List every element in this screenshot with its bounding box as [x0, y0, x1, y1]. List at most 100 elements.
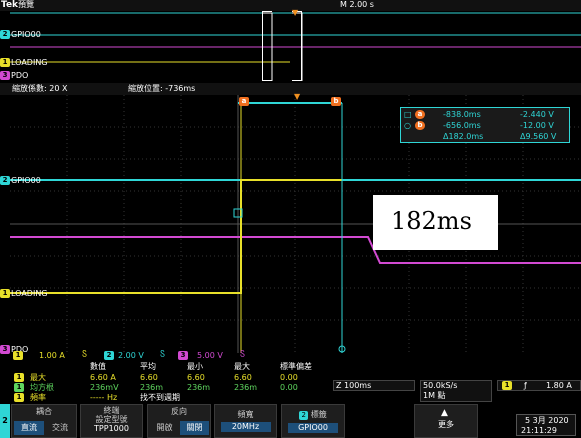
meas-row2-v1: 236m	[140, 383, 164, 392]
label-value: GPIO00	[288, 423, 338, 433]
ch2-trace-marker: 2	[0, 176, 10, 185]
ch1-marker: 1	[0, 58, 10, 67]
meas-row1-v2: 6.60	[187, 373, 205, 382]
termination-button[interactable]: 終端 設定型號 TPP1000	[80, 404, 143, 438]
sample-rate-box[interactable]: 50.0kS/s 1M 點	[420, 380, 492, 402]
ch1-scale[interactable]: 1.00 A	[39, 351, 65, 361]
coupling-label: 耦合	[36, 407, 52, 416]
meas-col-max: 最大	[234, 362, 250, 371]
overview-ch2-label: GPIO00	[11, 30, 41, 39]
ch2-bw-icon: Ⴝ	[160, 350, 165, 359]
meas-row1-name: 最大	[30, 373, 46, 382]
horizontal-scale-box[interactable]: Z 100ms	[333, 380, 415, 391]
overview-window: ▼	[10, 8, 581, 82]
meas-row3-ch: 1	[14, 393, 24, 402]
meas-row2-name: 均方根	[30, 383, 54, 392]
meas-row1-v3: 6.60	[234, 373, 252, 382]
cursor-delta-time: Δ182.0ms	[443, 132, 484, 141]
meas-row3-v0: ----- Hz	[90, 393, 118, 402]
cursor-b-volt: -12.00 V	[520, 121, 554, 130]
bandwidth-button[interactable]: 頻寬 20MHz	[214, 404, 277, 438]
meas-row1-ch: 1	[14, 373, 24, 382]
ch3-scale[interactable]: 5.00 V	[197, 351, 223, 361]
invert-on[interactable]: 開啟	[150, 421, 179, 435]
invert-label: 反向	[171, 407, 187, 416]
chevron-up-icon: ▲	[441, 408, 448, 418]
cursor-a-tag: a	[415, 110, 425, 119]
meas-col-mean: 平均	[140, 362, 156, 371]
cursor-b-tag: b	[415, 121, 425, 130]
zoom-position: 縮放位置: -736ms	[128, 84, 196, 93]
invert-button[interactable]: 反向 開啟 關閉	[147, 404, 211, 438]
ch2-scale-tag[interactable]: 2	[104, 351, 114, 360]
trigger-marker-icon: ▼	[292, 8, 299, 17]
ch1-bw-icon: Ⴝ	[82, 350, 87, 359]
label-ch-tag: 2	[299, 411, 309, 420]
acq-mode: 預覽	[18, 0, 34, 9]
meas-col-stdev: 標準偏差	[280, 362, 312, 371]
ch3-marker: 3	[0, 71, 10, 80]
annotation-box: 182ms	[373, 195, 498, 250]
bandwidth-value: 20MHz	[220, 422, 271, 432]
ch1-trace-marker: 1	[0, 289, 10, 298]
date-label: 5 3月 2020	[525, 416, 569, 425]
record-length: 1M 點	[423, 391, 446, 400]
meas-col-min: 最小	[187, 362, 203, 371]
termination-sub: 設定型號	[95, 415, 128, 424]
label-title: 2 標籤	[282, 410, 344, 420]
cursor-a-icon: □	[404, 110, 412, 119]
cursor-a-handle[interactable]: a	[239, 97, 249, 106]
overview-ch3-label: PDO	[11, 71, 29, 80]
header-bar: Tek 預覽 M 2.00 s	[0, 0, 581, 11]
ch3-trace-marker: 3	[0, 345, 10, 354]
label-label: 標籤	[310, 410, 327, 419]
coupling-button[interactable]: 耦合 直流 交流	[11, 404, 77, 438]
ch3-bw-icon: Ⴝ	[240, 350, 245, 359]
meas-row2-ch: 1	[14, 383, 24, 392]
menu-channel-tab[interactable]: 2	[0, 404, 10, 438]
channel-scale-bar: 1 1.00 A Ⴝ 2 2.00 V Ⴝ 3 5.00 V Ⴝ	[10, 350, 330, 361]
meas-row1-v1: 6.60	[140, 373, 158, 382]
termination-label: 終端	[103, 406, 120, 415]
cursor-delta-volt: Δ9.560 V	[520, 132, 557, 141]
trigger-ch-tag: 1	[502, 381, 512, 390]
meas-row1-v0: 6.60 A	[90, 373, 116, 382]
cursor-b-handle[interactable]: b	[331, 97, 341, 106]
trigger-edge-icon: ƒ	[524, 381, 527, 390]
ch2-scale[interactable]: 2.00 V	[118, 351, 144, 361]
horizontal-scale: Z 100ms	[336, 381, 372, 390]
meas-row3-v1: 找不到週期	[140, 393, 180, 402]
meas-row2-v2: 236m	[187, 383, 211, 392]
datetime-box: 5 3月 2020 21:11:29	[516, 414, 576, 436]
ch1-scale-tag[interactable]: 1	[13, 351, 23, 360]
termination-value: TPP1000	[94, 424, 129, 433]
time-label: 21:11:29	[521, 426, 557, 435]
cursor-readout: □ a -838.0ms -2.440 V ○ b -656.0ms -12.0…	[400, 107, 570, 143]
ch2-trace-label: GPIO00	[11, 176, 41, 185]
coupling-ac[interactable]: 交流	[45, 421, 75, 435]
zoom-info-bar: 縮放係數: 20 X 縮放位置: -736ms	[0, 83, 581, 95]
meas-row2-v3: 236m	[234, 383, 258, 392]
more-button[interactable]: ▲ 更多	[414, 404, 478, 438]
ch1-trace-label: LOADING	[11, 289, 48, 298]
overview-ch1-label: LOADING	[11, 58, 48, 67]
trigger-level: 1.80 A	[546, 381, 572, 390]
trigger-position-icon: ▼	[294, 92, 301, 101]
bandwidth-label: 頻寬	[237, 410, 254, 419]
meas-row2-v4: 0.00	[280, 383, 298, 392]
annotation-text: 182ms	[391, 207, 472, 235]
ch2-marker: 2	[0, 30, 10, 39]
label-button[interactable]: 2 標籤 GPIO00	[281, 404, 345, 438]
zoom-window-left-bracket[interactable]	[262, 11, 272, 81]
ch3-scale-tag[interactable]: 3	[178, 351, 188, 360]
meas-row1-v4: 0.00	[280, 373, 298, 382]
more-label: 更多	[438, 420, 454, 429]
trigger-box[interactable]: 1 ƒ 1.80 A	[497, 380, 581, 391]
meas-row2-v0: 236mV	[90, 383, 119, 392]
sample-rate: 50.0kS/s	[423, 381, 458, 390]
invert-off[interactable]: 關閉	[180, 421, 209, 435]
measurement-table: 數值 平均 最小 最大 標準偏差 1 最大 6.60 A 6.60 6.60 6…	[10, 361, 330, 404]
coupling-dc[interactable]: 直流	[14, 421, 44, 435]
meas-col-value: 數值	[90, 362, 106, 371]
zoom-window-right-bracket[interactable]	[292, 11, 302, 81]
